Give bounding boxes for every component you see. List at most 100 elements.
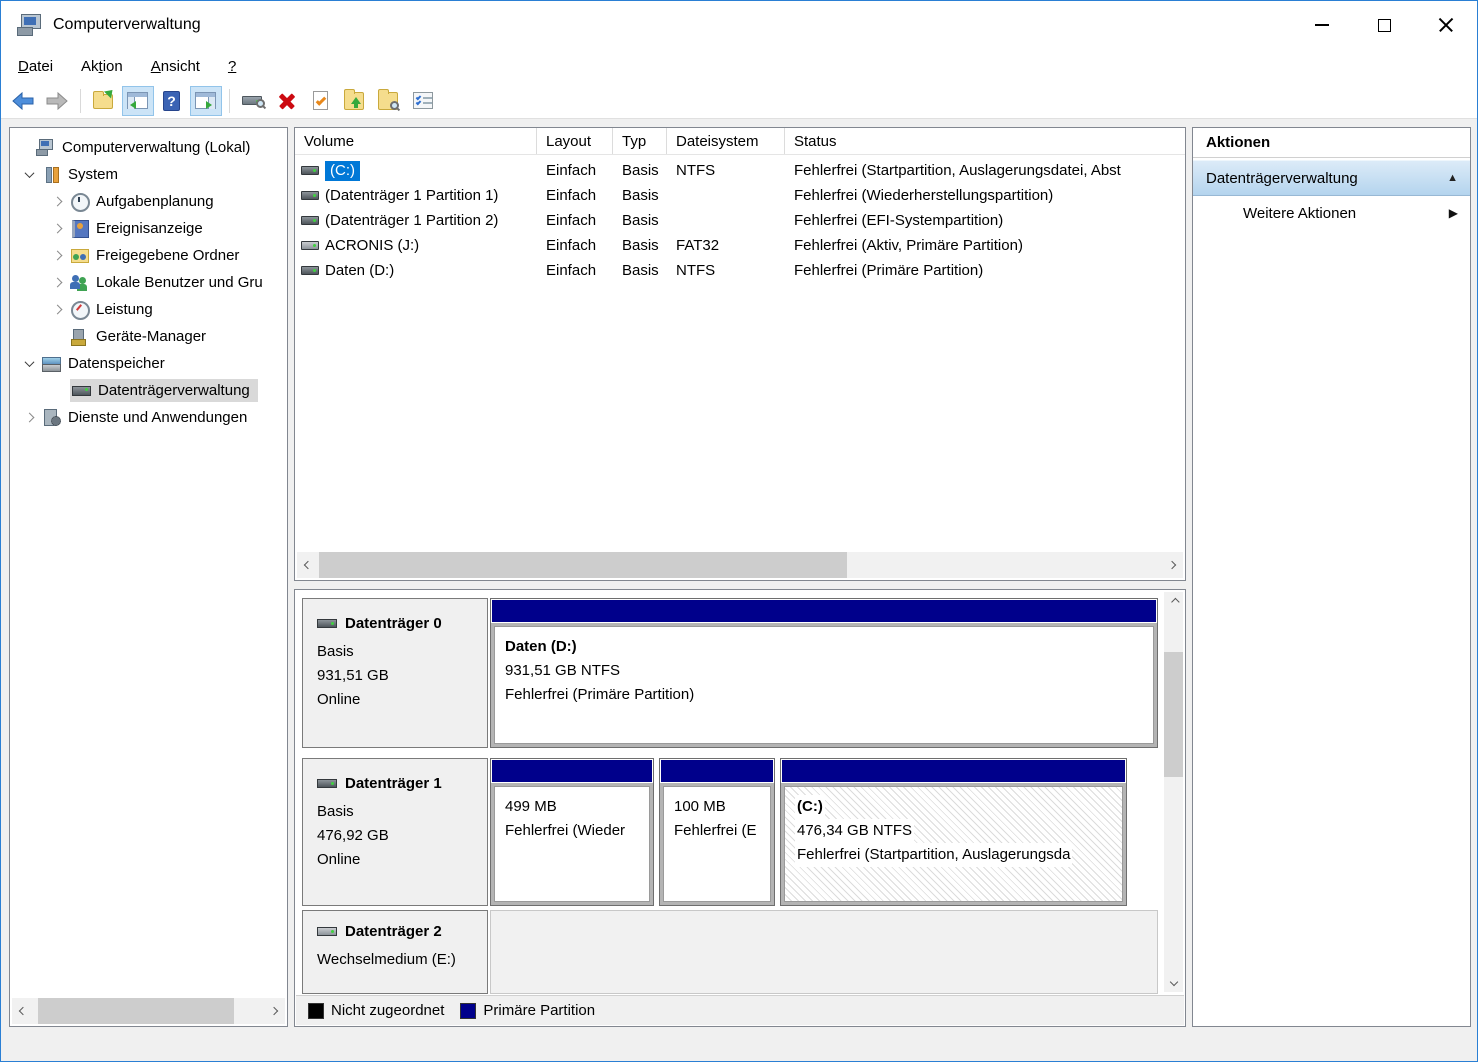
- partition-daten-d[interactable]: Daten (D:) 931,51 GB NTFS Fehlerfrei (Pr…: [490, 598, 1158, 748]
- app-icon: [17, 14, 43, 36]
- volume-icon: [301, 191, 319, 200]
- volume-row-daten[interactable]: Daten (D:) Einfach Basis NTFS Fehlerfrei…: [295, 258, 1185, 283]
- tree-item-dienste-anwendungen[interactable]: Dienste und Anwendungen: [10, 404, 287, 431]
- check-document-icon: [309, 90, 333, 112]
- scrollbar-thumb[interactable]: [1164, 652, 1183, 777]
- services-icon: [42, 409, 61, 426]
- scroll-left-button[interactable]: [12, 998, 34, 1024]
- scrollbar-thumb[interactable]: [38, 998, 234, 1024]
- disk-name: Datenträger 0: [345, 615, 442, 632]
- scroll-right-button[interactable]: [263, 998, 285, 1024]
- partition-efi[interactable]: 100 MB Fehlerfrei (E: [659, 758, 775, 906]
- tree-item-datentraegerverwaltung[interactable]: Datenträgerverwaltung: [10, 377, 287, 404]
- folder-up-icon: [343, 90, 367, 112]
- column-dateisystem[interactable]: Dateisystem: [667, 128, 785, 154]
- column-status[interactable]: Status: [785, 128, 1185, 154]
- menu-ansicht[interactable]: Ansicht: [139, 53, 212, 80]
- tree-item-leistung[interactable]: Leistung: [10, 296, 287, 323]
- minimize-icon: [1315, 24, 1329, 26]
- volume-list-header: Volume Layout Typ Dateisystem Status: [295, 128, 1185, 155]
- partition-color-bar: [781, 759, 1126, 783]
- export-folder-icon: [92, 90, 116, 112]
- chevron-collapsed-icon[interactable]: [48, 274, 66, 292]
- volume-row-disk1-part1[interactable]: (Datenträger 1 Partition 1) Einfach Basi…: [295, 183, 1185, 208]
- show-action-pane-button[interactable]: [190, 86, 222, 116]
- device-manager-icon: [70, 328, 89, 345]
- scroll-left-button[interactable]: [297, 552, 319, 578]
- disk-name: Datenträger 1: [345, 775, 442, 792]
- tree-item-computerverwaltung[interactable]: Computerverwaltung (Lokal): [10, 134, 287, 161]
- volume-list-horizontal-scrollbar[interactable]: [297, 552, 1183, 578]
- back-button[interactable]: [7, 86, 39, 116]
- chevron-collapsed-icon[interactable]: [48, 301, 66, 319]
- disk0-label-cell[interactable]: Datenträger 0 Basis 931,51 GB Online: [302, 598, 488, 748]
- chevron-collapsed-icon[interactable]: [48, 193, 66, 211]
- tree-item-freigegebene-ordner[interactable]: Freigegebene Ordner: [10, 242, 287, 269]
- properties-button[interactable]: [305, 86, 337, 116]
- window-title: Computerverwaltung: [53, 16, 201, 34]
- tree-item-datenspeicher[interactable]: Datenspeicher: [10, 350, 287, 377]
- minimize-button[interactable]: [1291, 1, 1353, 49]
- actions-group-datentraegerverwaltung[interactable]: Datenträgerverwaltung ▲: [1193, 160, 1470, 196]
- column-layout[interactable]: Layout: [537, 128, 613, 154]
- disk1-label-cell[interactable]: Datenträger 1 Basis 476,92 GB Online: [302, 758, 488, 906]
- chevron-collapsed-icon[interactable]: [48, 247, 66, 265]
- tree-item-geraete-manager[interactable]: Geräte-Manager: [10, 323, 287, 350]
- console-tree-icon: [126, 90, 150, 112]
- chevron-expanded-icon[interactable]: [20, 355, 38, 373]
- system-tools-icon: [42, 166, 61, 183]
- partition-c-selected[interactable]: (C:) 476,34 GB NTFS Fehlerfrei (Startpar…: [780, 758, 1127, 906]
- partition-color-bar: [491, 599, 1157, 623]
- partition-status: Fehlerfrei (Wieder: [505, 819, 639, 843]
- partition-recovery[interactable]: 499 MB Fehlerfrei (Wieder: [490, 758, 654, 906]
- maximize-button[interactable]: [1353, 1, 1415, 49]
- scrollbar-thumb[interactable]: [319, 552, 847, 578]
- menu-aktion[interactable]: Aktion: [69, 53, 135, 80]
- folder-up-button[interactable]: [339, 86, 371, 116]
- partition-status: Fehlerfrei (E: [674, 819, 760, 843]
- partition-color-bar: [491, 759, 653, 783]
- chevron-collapsed-icon[interactable]: [20, 409, 38, 427]
- partition-color-bar: [660, 759, 774, 783]
- help-button[interactable]: ?: [156, 86, 188, 116]
- tree-item-ereignisanzeige[interactable]: Ereignisanzeige: [10, 215, 287, 242]
- forward-button[interactable]: [41, 86, 73, 116]
- tree-item-aufgabenplanung[interactable]: Aufgabenplanung: [10, 188, 287, 215]
- volume-row-c[interactable]: (C:) Einfach Basis NTFS Fehlerfrei (Star…: [295, 158, 1185, 183]
- tree-horizontal-scrollbar[interactable]: [12, 998, 285, 1024]
- folder-search-button[interactable]: [373, 86, 405, 116]
- action-pane-icon: [194, 90, 218, 112]
- removable-disk-icon: [317, 927, 337, 936]
- delete-button[interactable]: [271, 86, 303, 116]
- volume-row-disk1-part2[interactable]: (Datenträger 1 Partition 2) Einfach Basi…: [295, 208, 1185, 233]
- toolbar-separator: [80, 89, 81, 113]
- show-console-tree-button[interactable]: [122, 86, 154, 116]
- disk2-label-cell[interactable]: Datenträger 2 Wechselmedium (E:): [302, 910, 488, 994]
- weitere-aktionen-item[interactable]: Weitere Aktionen ▶: [1193, 196, 1470, 230]
- task-scheduler-icon: [70, 193, 89, 210]
- task-list-button[interactable]: [407, 86, 439, 116]
- close-button[interactable]: [1415, 1, 1477, 49]
- export-list-button[interactable]: [88, 86, 120, 116]
- column-volume[interactable]: Volume: [295, 128, 537, 154]
- chevron-expanded-icon[interactable]: [20, 166, 38, 184]
- actions-header: Aktionen: [1193, 128, 1470, 158]
- collapse-arrow-icon[interactable]: ▲: [1447, 172, 1458, 184]
- tree-item-lokale-benutzer[interactable]: Lokale Benutzer und Gru: [10, 269, 287, 296]
- menu-help[interactable]: ?: [216, 53, 248, 80]
- actions-panel: Aktionen Datenträgerverwaltung ▲ Weitere…: [1192, 127, 1471, 1027]
- tree-item-system[interactable]: System: [10, 161, 287, 188]
- chevron-collapsed-icon[interactable]: [48, 220, 66, 238]
- tree-selected-highlight: Datenträgerverwaltung: [70, 379, 258, 402]
- scroll-up-button[interactable]: [1164, 592, 1183, 612]
- disk-view-vertical-scrollbar[interactable]: [1164, 592, 1183, 992]
- volume-row-acronis[interactable]: ACRONIS (J:) Einfach Basis FAT32 Fehlerf…: [295, 233, 1185, 258]
- rescan-disks-button[interactable]: [237, 86, 269, 116]
- column-typ[interactable]: Typ: [613, 128, 667, 154]
- tree-label: Freigegebene Ordner: [96, 247, 239, 264]
- disk-row-2: Datenträger 2 Wechselmedium (E:): [302, 910, 1158, 994]
- menu-datei[interactable]: Datei: [6, 53, 65, 80]
- scroll-right-button[interactable]: [1161, 552, 1183, 578]
- scroll-down-button[interactable]: [1164, 972, 1183, 992]
- local-users-icon: [70, 274, 89, 291]
